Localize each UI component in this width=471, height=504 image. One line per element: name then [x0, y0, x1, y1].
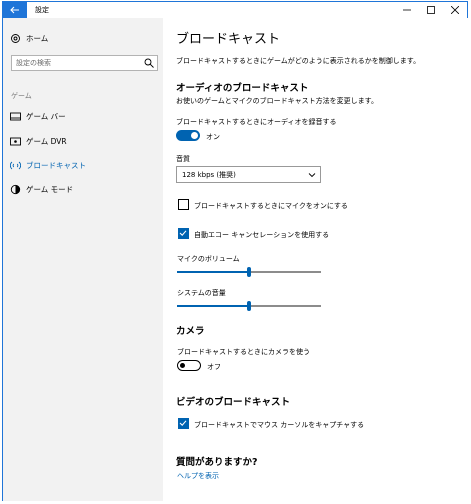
- sidebar: ホーム ゲーム ゲーム バー ゲーム DVR ブロードキャスト: [3, 18, 163, 501]
- mic-volume-track: [249, 271, 321, 273]
- sidebar-item-game-dvr[interactable]: ゲーム DVR: [3, 131, 163, 151]
- page-title: ブロードキャスト: [176, 32, 281, 47]
- quality-value: 128 kbps (推奨): [182, 171, 236, 179]
- use-camera-label: ブロードキャストするときにカメラを使う: [177, 348, 310, 356]
- checkmark-icon: [179, 420, 187, 427]
- help-link[interactable]: ヘルプを表示: [177, 471, 219, 481]
- system-volume-track: [249, 305, 321, 307]
- sidebar-section-label: ゲーム: [11, 92, 32, 100]
- close-icon: [451, 6, 459, 14]
- mic-on-label: ブロードキャストするときにマイクをオンにする: [194, 202, 348, 210]
- game-mode-icon: [9, 183, 21, 195]
- close-button[interactable]: [443, 2, 467, 18]
- record-audio-toggle[interactable]: [176, 130, 200, 141]
- record-audio-state: オン: [206, 133, 220, 141]
- sidebar-item-label: ブロードキャスト: [26, 160, 86, 170]
- game-bar-icon: [9, 110, 21, 122]
- mic-volume-slider[interactable]: [177, 267, 321, 277]
- quality-label: 音質: [176, 155, 190, 163]
- window-title: 設定: [35, 6, 49, 14]
- echo-cancel-label: 自動エコー キャンセレーションを使用する: [194, 231, 330, 239]
- minimize-icon: [403, 9, 411, 11]
- system-volume-thumb[interactable]: [247, 301, 251, 311]
- help-heading: 質問がありますか?: [176, 457, 258, 468]
- search-input[interactable]: [12, 56, 142, 70]
- sidebar-item-label: ゲーム バー: [26, 111, 66, 121]
- checkmark-icon: [179, 230, 187, 237]
- record-audio-label: ブロードキャストするときにオーディオを録音する: [176, 118, 337, 126]
- gear-icon: [9, 32, 21, 44]
- sidebar-item-label: ホーム: [26, 33, 49, 43]
- system-volume-label: システムの音量: [177, 289, 226, 297]
- maximize-icon: [427, 6, 435, 14]
- settings-window: 設定 ホーム ゲーム: [2, 1, 468, 501]
- camera-heading: カメラ: [176, 326, 205, 337]
- quality-dropdown[interactable]: 128 kbps (推奨): [176, 166, 321, 183]
- broadcast-icon: [9, 159, 21, 171]
- system-volume-slider[interactable]: [177, 301, 321, 311]
- title-bar: 設定: [3, 2, 467, 18]
- video-heading: ビデオのブロードキャスト: [176, 397, 291, 408]
- chevron-down-icon: [308, 173, 316, 178]
- sidebar-item-label: ゲーム DVR: [26, 136, 67, 146]
- sidebar-item-game-bar[interactable]: ゲーム バー: [3, 106, 163, 126]
- system-volume-fill: [177, 305, 249, 307]
- page-description: ブロードキャストするときにゲームがどのように表示されるかを制御します。: [176, 57, 421, 65]
- content-pane: ブロードキャスト ブロードキャストするときにゲームがどのように表示されるかを制御…: [163, 18, 468, 501]
- sidebar-item-label: ゲーム モード: [26, 184, 74, 194]
- maximize-button[interactable]: [419, 2, 443, 18]
- back-button[interactable]: [3, 2, 27, 18]
- audio-description: お使いのゲームとマイクのブロードキャスト方法を変更します。: [176, 97, 378, 105]
- sidebar-item-broadcast[interactable]: ブロードキャスト: [3, 155, 163, 175]
- audio-heading: オーディオのブロードキャスト: [176, 83, 309, 94]
- minimize-button[interactable]: [395, 2, 419, 18]
- search-icon[interactable]: [144, 58, 154, 68]
- mic-volume-thumb[interactable]: [247, 267, 251, 277]
- use-camera-toggle[interactable]: [177, 360, 201, 371]
- echo-cancel-checkbox[interactable]: [178, 228, 189, 239]
- use-camera-state: オフ: [207, 363, 221, 371]
- game-dvr-icon: [9, 135, 21, 147]
- back-arrow-icon: [10, 6, 19, 14]
- search-box: [11, 55, 158, 71]
- capture-cursor-label: ブロードキャストでマウス カーソルをキャプチャする: [194, 421, 365, 429]
- mic-on-checkbox[interactable]: [178, 199, 189, 210]
- mic-volume-fill: [177, 271, 249, 273]
- sidebar-item-game-mode[interactable]: ゲーム モード: [3, 179, 163, 199]
- sidebar-item-home[interactable]: ホーム: [3, 28, 163, 48]
- capture-cursor-checkbox[interactable]: [178, 418, 189, 429]
- mic-volume-label: マイクのボリューム: [177, 255, 240, 263]
